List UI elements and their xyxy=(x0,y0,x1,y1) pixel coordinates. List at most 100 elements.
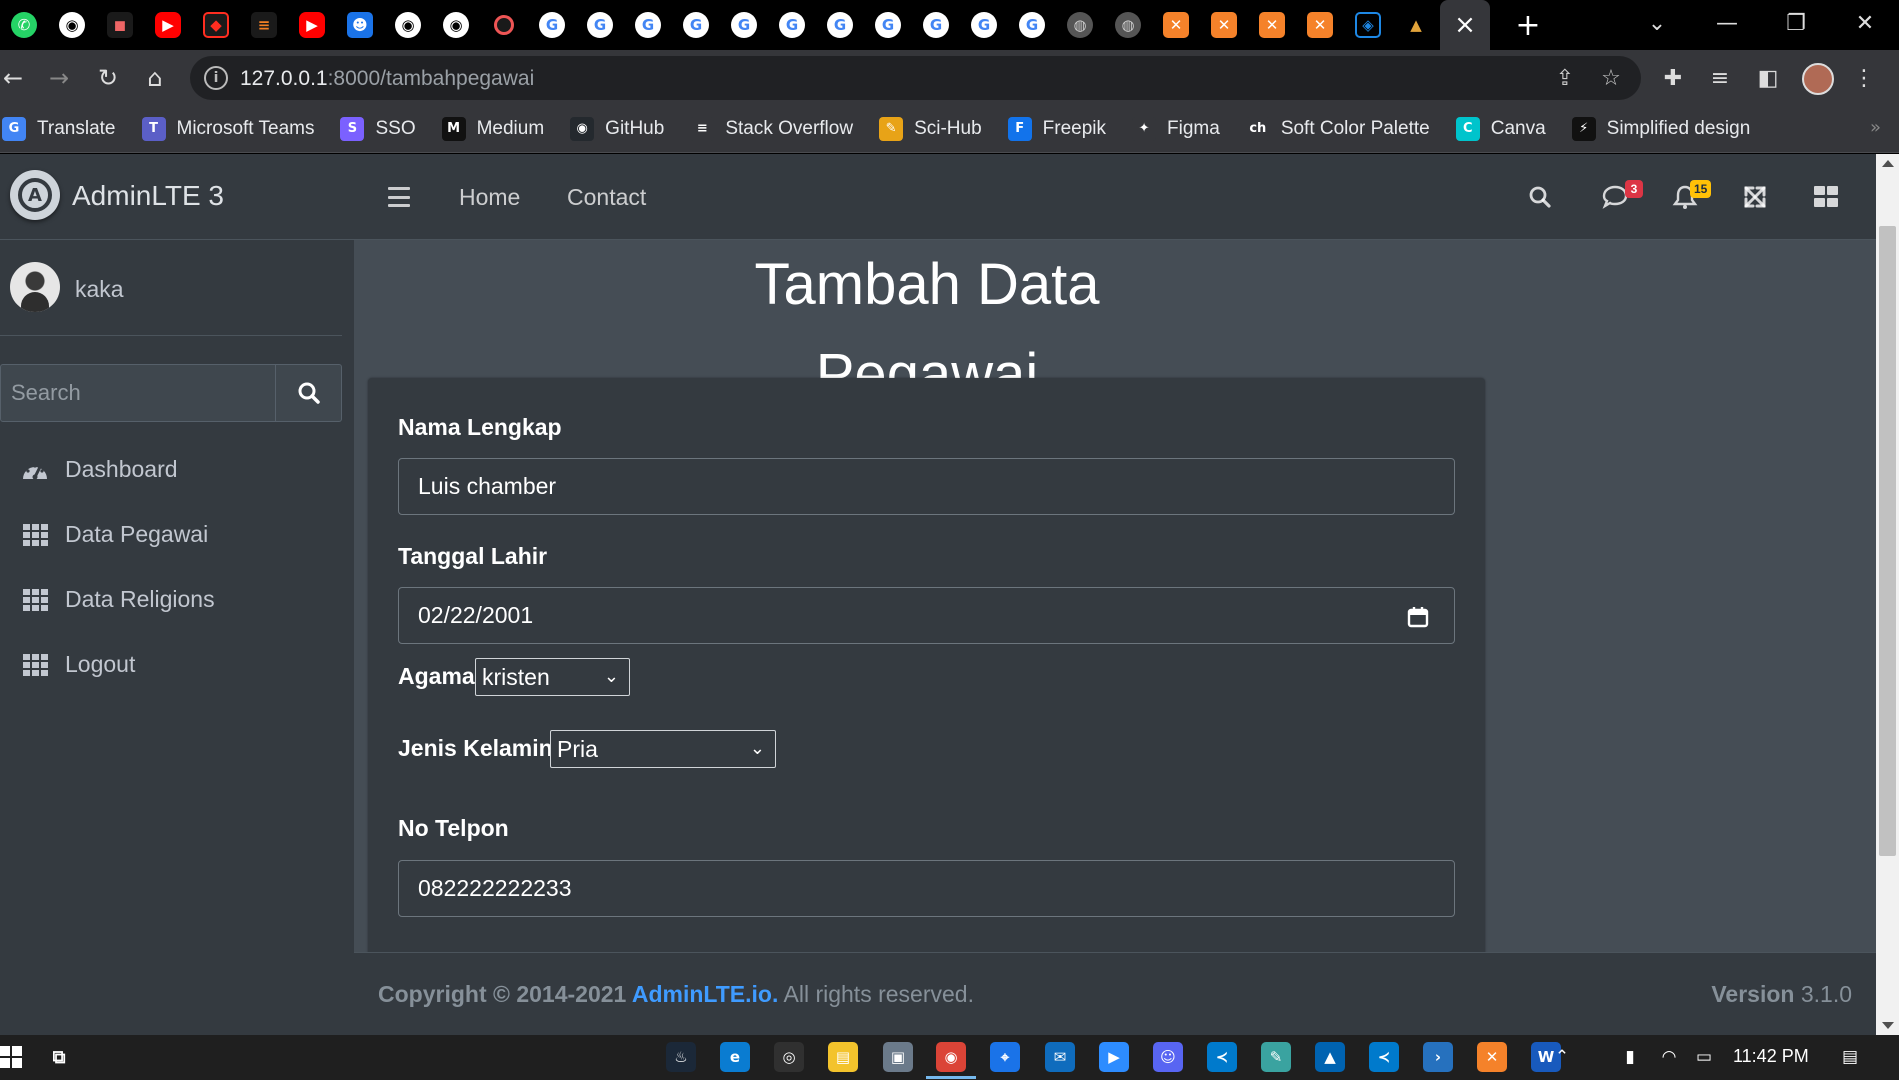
browser-tab[interactable]: ◼ xyxy=(96,0,144,50)
edge-icon[interactable]: e xyxy=(720,1042,750,1072)
restore-icon[interactable]: ❐ xyxy=(1773,6,1819,40)
browser-tab[interactable]: ✕ xyxy=(1248,0,1296,50)
powershell-icon[interactable]: › xyxy=(1423,1042,1453,1072)
bookmark-item[interactable]: C Canva xyxy=(1455,116,1546,141)
browser-tab[interactable]: ◆ xyxy=(192,0,240,50)
tray-chevron-up-icon[interactable]: ⌃ xyxy=(1550,1045,1574,1069)
new-tab-button[interactable]: + xyxy=(1512,8,1544,43)
bookmark-item[interactable]: G Translate xyxy=(2,116,116,141)
agama-select[interactable]: kristen ⌄ xyxy=(475,658,630,696)
close-window-icon[interactable]: ✕ xyxy=(1842,6,1888,40)
browser-tab[interactable]: G xyxy=(912,0,960,50)
browser-tab[interactable]: G xyxy=(768,0,816,50)
browser-tab[interactable]: ◍ xyxy=(1056,0,1104,50)
battery-status-icon[interactable]: ▮ xyxy=(1618,1045,1642,1069)
browser-tab[interactable]: ◉ xyxy=(48,0,96,50)
adminlte-link[interactable]: AdminLTE.io. xyxy=(632,981,779,1007)
volume-icon[interactable]: ▭ xyxy=(1692,1045,1716,1069)
browser-tab[interactable]: ▲ xyxy=(1392,0,1440,50)
share-icon[interactable]: ⇪ xyxy=(1549,63,1581,93)
browser-tab[interactable]: ▶ xyxy=(288,0,336,50)
bookmark-item[interactable]: S SSO xyxy=(340,116,416,141)
sidebar-item-data-religions[interactable]: Data Religions xyxy=(0,567,354,632)
sidebar-item-data-pegawai[interactable]: Data Pegawai xyxy=(0,502,354,567)
bookmark-item[interactable]: ✎ Sci-Hub xyxy=(879,116,982,141)
browser-tab[interactable]: ✆ xyxy=(0,0,48,50)
browser-tab[interactable]: G xyxy=(864,0,912,50)
xampp-icon[interactable]: ✕ xyxy=(1477,1042,1507,1072)
browser-tab[interactable] xyxy=(480,0,528,50)
chrome-icon[interactable]: ◉ xyxy=(926,1042,976,1079)
user-name-link[interactable]: kaka xyxy=(75,276,124,303)
browser-tab[interactable]: G xyxy=(816,0,864,50)
close-tab-icon[interactable]: × xyxy=(1454,10,1476,40)
bookmark-item[interactable]: ≡ Stack Overflow xyxy=(690,116,853,141)
back-icon[interactable]: ← xyxy=(0,60,31,96)
browser-tab[interactable]: ◉ xyxy=(432,0,480,50)
browser-tab[interactable]: G xyxy=(1008,0,1056,50)
browser-tab[interactable]: ◍ xyxy=(1104,0,1152,50)
navbar-search-icon[interactable] xyxy=(1523,180,1557,214)
fullscreen-icon[interactable] xyxy=(1738,180,1772,214)
site-info-icon[interactable]: i xyxy=(204,66,228,90)
browser-tab[interactable]: G xyxy=(576,0,624,50)
minimize-icon[interactable]: — xyxy=(1704,6,1750,40)
brand-link[interactable]: A AdminLTE 3 xyxy=(0,154,354,240)
scroll-thumb[interactable] xyxy=(1879,226,1896,856)
obs-icon[interactable]: ◎ xyxy=(774,1042,804,1072)
bookmark-item[interactable]: ✦ Figma xyxy=(1132,116,1220,141)
sidebar-search-button[interactable] xyxy=(275,365,341,421)
calendar-icon[interactable] xyxy=(1406,605,1430,629)
browser-tab[interactable]: ▶ xyxy=(144,0,192,50)
vscode-icon[interactable]: ≺ xyxy=(1369,1042,1399,1072)
browser-tab[interactable]: G xyxy=(624,0,672,50)
bookmarks-overflow-icon[interactable]: » xyxy=(1870,117,1881,138)
browser-tab[interactable]: G xyxy=(960,0,1008,50)
control-sidebar-icon[interactable] xyxy=(1809,180,1843,214)
tab-search-icon[interactable]: ⌄ xyxy=(1634,6,1680,40)
address-bar[interactable]: i 127.0.0.1:8000/tambahpegawai ⇪ ☆ xyxy=(190,56,1641,100)
file-explorer-icon[interactable]: ▤ xyxy=(828,1042,858,1072)
scroll-up-arrow-icon[interactable] xyxy=(1882,160,1894,167)
zoom-icon[interactable]: ▶ xyxy=(1099,1042,1129,1072)
browser-tab[interactable]: ✕ xyxy=(1152,0,1200,50)
browser-tab[interactable]: ✕ xyxy=(1296,0,1344,50)
task-view-icon[interactable]: ⧉ xyxy=(44,1042,74,1072)
vscode-icon[interactable]: ≺ xyxy=(1207,1042,1237,1072)
sidebar-search-input[interactable] xyxy=(1,365,275,421)
wifi-icon[interactable]: ◠ xyxy=(1657,1045,1681,1069)
page-scrollbar[interactable] xyxy=(1876,154,1899,1035)
media-control-icon[interactable]: ≡ xyxy=(1702,60,1738,96)
browser-tab[interactable]: G xyxy=(672,0,720,50)
forward-icon[interactable]: → xyxy=(41,60,77,96)
notification-center-icon[interactable]: ▤ xyxy=(1838,1045,1862,1069)
browser-tab[interactable]: G xyxy=(720,0,768,50)
hamburger-menu-icon[interactable] xyxy=(388,187,410,207)
profile-avatar[interactable] xyxy=(1802,63,1834,95)
browser-tab[interactable]: ◉ xyxy=(384,0,432,50)
browser-tab[interactable]: ☻ xyxy=(336,0,384,50)
browser-tab[interactable]: ✕ xyxy=(1200,0,1248,50)
bookmark-item[interactable]: ⚡ Simplified design xyxy=(1571,116,1750,141)
browser-tab[interactable]: ◈ xyxy=(1344,0,1392,50)
tanggal-lahir-input[interactable] xyxy=(398,587,1455,644)
sidebar-item-dashboard[interactable]: Dashboard xyxy=(0,437,354,502)
jenis-kelamin-select[interactable]: Pria ⌄ xyxy=(550,730,776,768)
side-panel-icon[interactable]: ◧ xyxy=(1750,60,1786,96)
windows-start-icon[interactable] xyxy=(0,1042,26,1072)
browser-tab[interactable]: ≡ xyxy=(240,0,288,50)
disk-icon[interactable]: ▣ xyxy=(883,1042,913,1072)
bookmark-item[interactable]: T Microsoft Teams xyxy=(141,116,314,141)
bookmark-star-icon[interactable]: ☆ xyxy=(1595,63,1627,93)
nav-contact-link[interactable]: Contact xyxy=(567,184,646,211)
home-icon[interactable]: ⌂ xyxy=(137,60,173,96)
notes-icon[interactable]: ✎ xyxy=(1261,1042,1291,1072)
extensions-icon[interactable]: ✚ xyxy=(1655,60,1691,96)
active-tab[interactable]: × xyxy=(1440,0,1490,50)
photos-icon[interactable]: ▲ xyxy=(1315,1042,1345,1072)
bookmark-item[interactable]: ch Soft Color Palette xyxy=(1245,116,1430,141)
discord-icon[interactable]: ☺ xyxy=(1153,1042,1183,1072)
no-telpon-input[interactable] xyxy=(398,860,1455,917)
taskbar-clock[interactable]: 11:42 PM xyxy=(1733,1046,1809,1067)
chrome-menu-icon[interactable]: ⋮ xyxy=(1846,60,1882,96)
